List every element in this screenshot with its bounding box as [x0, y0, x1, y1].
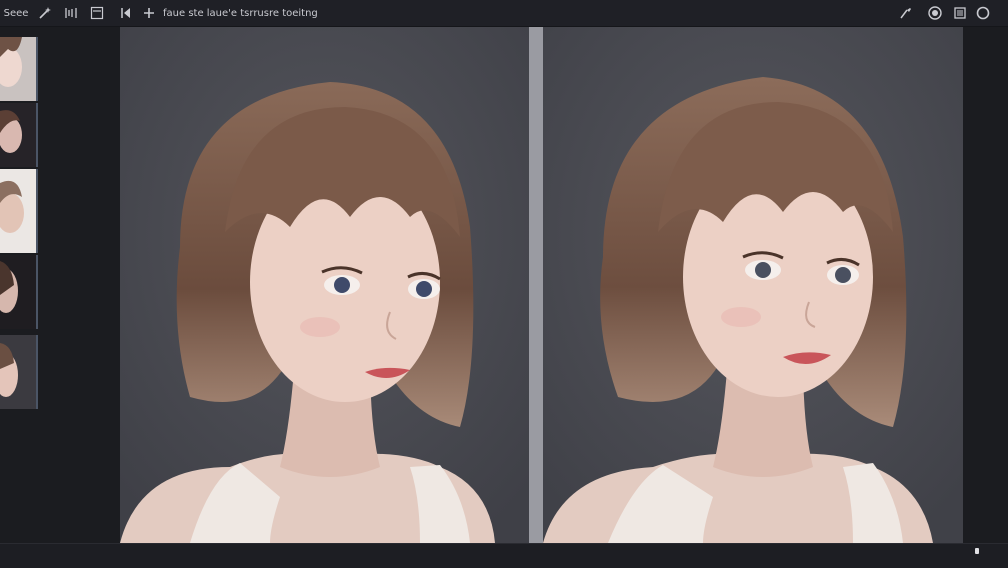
circle-icon[interactable] — [974, 4, 992, 22]
panel-icon[interactable] — [88, 4, 106, 22]
thumbnail-5[interactable] — [0, 335, 38, 409]
thumbnail-1[interactable] — [0, 37, 38, 101]
thumbnail-2[interactable] — [0, 103, 38, 167]
brush-icon[interactable] — [897, 4, 915, 22]
scroll-handle[interactable] — [975, 548, 979, 554]
original-image — [120, 27, 529, 543]
breadcrumb[interactable]: faue ste laue'e tsrrusre toeitng — [163, 4, 318, 22]
menu-icon[interactable] — [951, 4, 969, 22]
bottom-status-bar — [0, 543, 1008, 568]
edited-image-canvas[interactable] — [543, 27, 963, 543]
top-toolbar: Seee faue ste laue'e tsrrusre toeitng — [0, 0, 1008, 27]
add-icon[interactable] — [141, 4, 157, 22]
magic-wand-icon[interactable] — [36, 4, 54, 22]
skip-back-icon[interactable] — [118, 4, 134, 22]
edited-image — [543, 27, 963, 543]
original-image-canvas[interactable] — [120, 27, 529, 543]
split-divider[interactable] — [529, 27, 543, 543]
thumbnail-4[interactable] — [0, 255, 38, 329]
thumbnail-rail — [0, 27, 120, 543]
right-panel — [963, 27, 1008, 543]
app-label[interactable]: Seee — [3, 4, 29, 22]
thumbnail-3[interactable] — [0, 169, 38, 253]
target-icon[interactable] — [926, 4, 944, 22]
code-icon[interactable] — [61, 4, 81, 22]
